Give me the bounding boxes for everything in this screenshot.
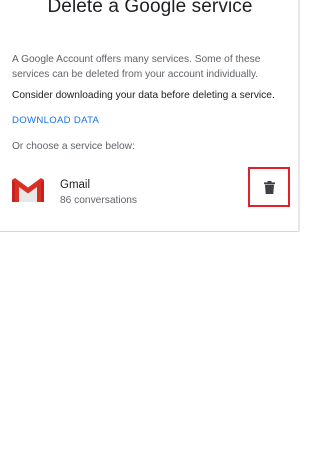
download-data-link[interactable]: DOWNLOAD DATA — [12, 114, 99, 127]
card-edge — [298, 0, 300, 232]
page-title: Delete a Google service — [47, 0, 253, 17]
service-name: Gmail — [60, 179, 91, 191]
service-row-gmail: Gmail 86 conversations — [0, 166, 300, 230]
trash-icon — [264, 181, 275, 194]
delete-gmail-button[interactable] — [248, 167, 290, 207]
choose-service-label: Or choose a service below: — [12, 141, 135, 152]
service-conversation-count: 86 conversations — [60, 195, 138, 206]
divider — [0, 231, 300, 232]
download-advice-text: Consider downloading your data before de… — [12, 90, 275, 101]
delete-service-page: Delete a Google service A Google Account… — [0, 0, 300, 470]
intro-text: A Google Account offers many services. S… — [12, 54, 261, 80]
gmail-icon — [12, 178, 44, 202]
